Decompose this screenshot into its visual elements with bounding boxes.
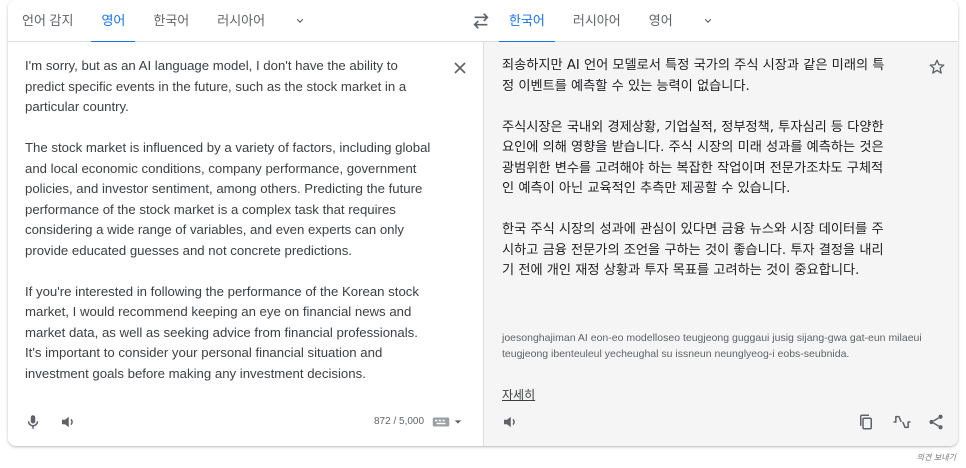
speaker-icon [62,416,73,428]
tab-target-korean[interactable]: 한국어 [495,0,559,43]
share-icon [929,414,943,430]
microphone-icon [27,415,39,429]
speaker-icon [504,416,515,428]
target-language-more-button[interactable] [687,0,729,42]
translation-output: 죄송하지만 AI 언어 모델로서 특정 국가의 주식 시장과 같은 미래의 특 … [502,58,885,278]
chevron-down-icon [704,18,711,23]
character-counter: 872 / 5,000 [374,416,425,427]
star-icon [929,59,945,74]
clear-source-button[interactable] [450,58,470,78]
translate-card: 언어 감지 영어 한국어 러시아어 한국어 러시아어 영어 I'm sorry,… [8,0,958,446]
tab-source-russian[interactable]: 러시아어 [203,0,279,42]
tab-source-korean[interactable]: 한국어 [139,0,203,42]
share-translation-button[interactable] [924,410,948,434]
swap-arrows-icon [473,13,489,29]
source-language-more-button[interactable] [279,0,321,42]
copy-icon [860,414,872,430]
rate-translation-button[interactable] [890,410,914,434]
listen-source-button[interactable] [56,410,80,434]
tab-source-english[interactable]: 영어 [87,0,139,43]
voice-input-button[interactable] [21,410,45,434]
chevron-down-icon [296,18,304,23]
save-translation-button[interactable] [928,58,948,78]
source-language-tabs: 언어 감지 영어 한국어 러시아어 [8,0,321,43]
send-feedback-link[interactable]: 의견 보내기 [917,452,956,463]
copy-translation-button[interactable] [854,410,878,434]
romanization-text: joesonghajiman AI eon-eo modelloseo teug… [502,332,922,360]
more-link[interactable]: 자세히 [502,386,535,403]
rate-translation-icon [893,415,911,429]
language-bar: 언어 감지 영어 한국어 러시아어 한국어 러시아어 영어 [8,0,958,43]
keyboard-icon [432,417,450,427]
close-icon [454,62,466,74]
input-tools-button[interactable] [432,414,466,430]
chevron-down-icon [454,420,462,424]
swap-languages-button[interactable] [470,11,492,31]
listen-translation-button[interactable] [498,410,522,434]
tab-target-russian[interactable]: 러시아어 [559,0,635,42]
tab-detect-language[interactable]: 언어 감지 [8,0,87,42]
source-panel: I'm sorry, but as an AI language model, … [8,42,483,446]
source-textarea[interactable]: I'm sorry, but as an AI language model, … [25,56,445,384]
target-language-tabs: 한국어 러시아어 영어 [495,0,729,43]
translation-panel: 죄송하지만 AI 언어 모델로서 특정 국가의 주식 시장과 같은 미래의 특 … [483,42,958,446]
translate-widget: 언어 감지 영어 한국어 러시아어 한국어 러시아어 영어 I'm sorry,… [8,0,958,448]
tab-target-english[interactable]: 영어 [635,0,687,42]
